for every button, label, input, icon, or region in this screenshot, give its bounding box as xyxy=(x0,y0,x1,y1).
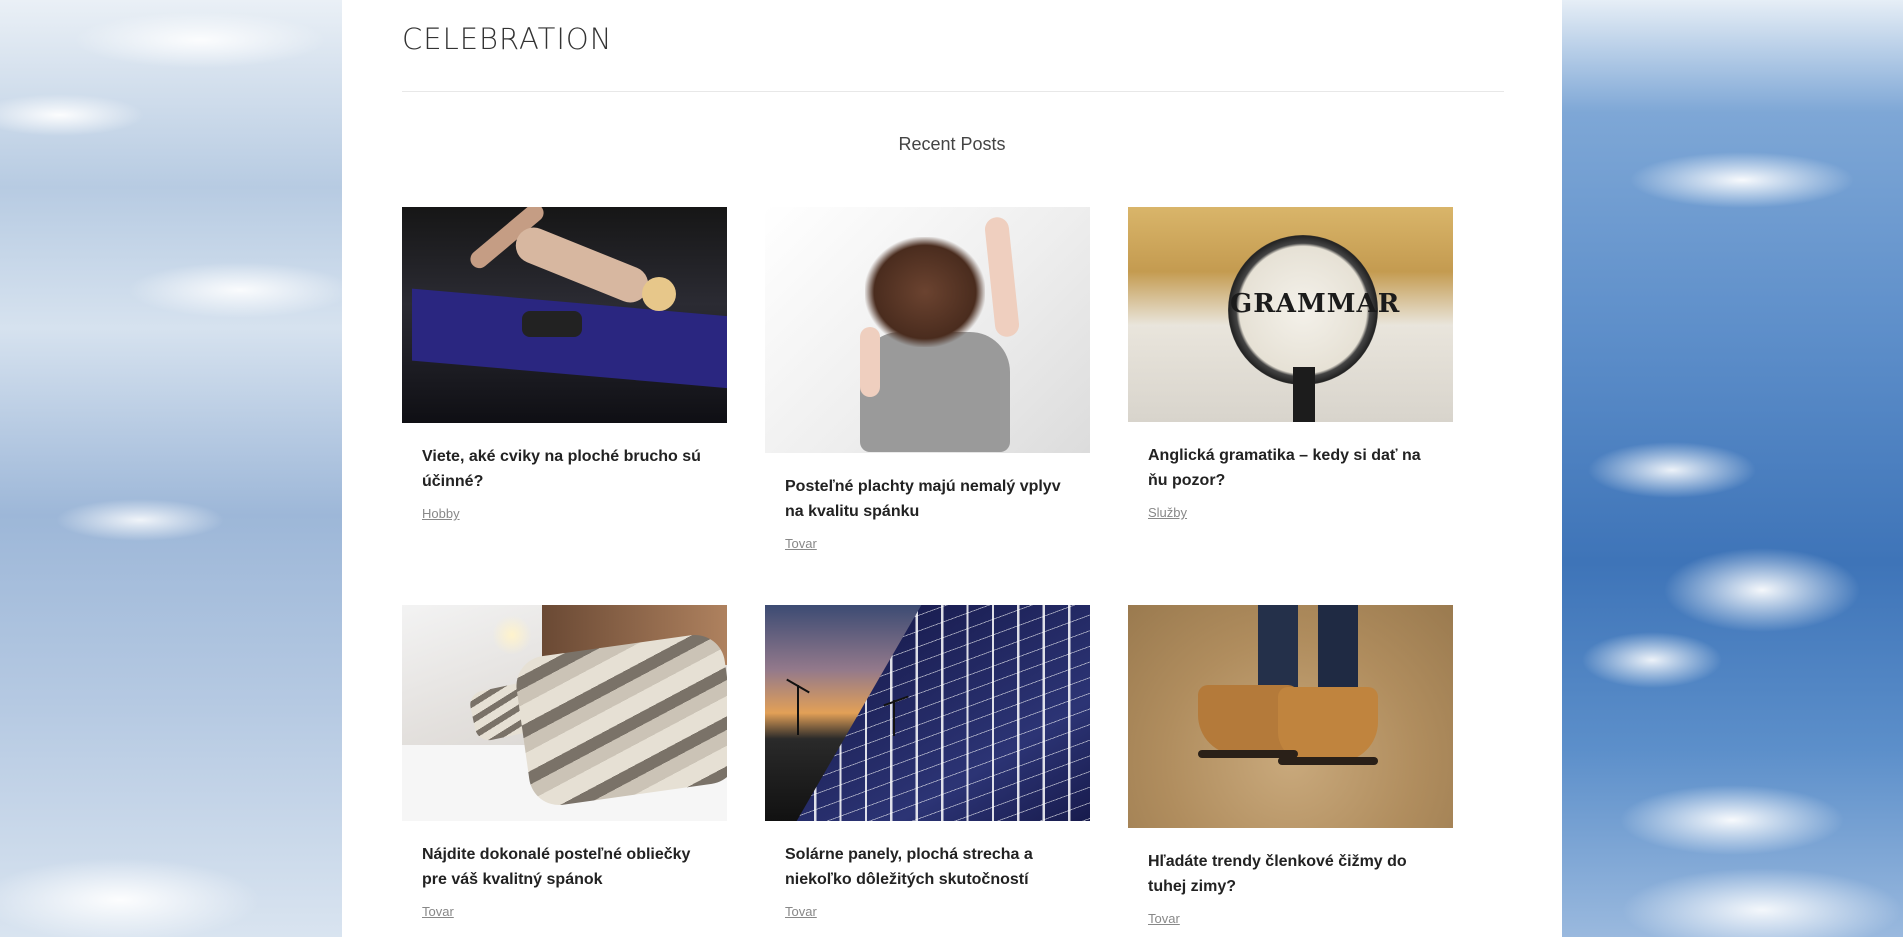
background-sky-right xyxy=(1562,0,1903,937)
post-thumbnail-boots[interactable] xyxy=(1128,605,1453,828)
post-category-link[interactable]: Hobby xyxy=(422,506,460,521)
post-thumbnail-fitness[interactable] xyxy=(402,207,727,423)
post-title-link[interactable]: Posteľné plachty majú nemalý vplyv na kv… xyxy=(785,474,1076,524)
post-title-link[interactable]: Nájdite dokonalé posteľné obliečky pre v… xyxy=(422,842,713,892)
post-thumbnail-grammar[interactable]: GRAMMAR xyxy=(1128,207,1453,422)
post-category-link[interactable]: Tovar xyxy=(422,904,454,919)
content-panel: CELEBRATION Recent Posts Viete, aké cvik… xyxy=(342,0,1562,937)
post-card: Nájdite dokonalé posteľné obliečky pre v… xyxy=(402,605,727,937)
post-category-link[interactable]: Tovar xyxy=(1148,911,1180,926)
header-divider xyxy=(402,91,1504,92)
post-card: Posteľné plachty majú nemalý vplyv na kv… xyxy=(765,207,1090,557)
post-category-link[interactable]: Tovar xyxy=(785,536,817,551)
post-title-link[interactable]: Anglická gramatika – kedy si dať na ňu p… xyxy=(1148,443,1439,493)
post-title-link[interactable]: Hľadáte trendy členkové čižmy do tuhej z… xyxy=(1148,849,1439,899)
grammar-image-text: GRAMMAR xyxy=(1230,289,1401,319)
post-category-link[interactable]: Služby xyxy=(1148,505,1187,520)
post-card: Hľadáte trendy členkové čižmy do tuhej z… xyxy=(1128,605,1453,937)
site-title[interactable]: CELEBRATION xyxy=(402,22,612,56)
post-title-link[interactable]: Viete, aké cviky na ploché brucho sú úči… xyxy=(422,444,713,494)
post-thumbnail-bedding[interactable] xyxy=(402,605,727,821)
post-category-link[interactable]: Tovar xyxy=(785,904,817,919)
post-thumbnail-sleep[interactable] xyxy=(765,207,1090,453)
post-thumbnail-solar[interactable] xyxy=(765,605,1090,821)
background-sky-left xyxy=(0,0,342,937)
recent-posts-heading: Recent Posts xyxy=(898,134,1006,154)
post-card: Solárne panely, plochá strecha a niekoľk… xyxy=(765,605,1090,937)
post-card: GRAMMAR Anglická gramatika – kedy si dať… xyxy=(1128,207,1453,527)
post-title-link[interactable]: Solárne panely, plochá strecha a niekoľk… xyxy=(785,842,1076,892)
post-card: Viete, aké cviky na ploché brucho sú úči… xyxy=(402,207,727,527)
